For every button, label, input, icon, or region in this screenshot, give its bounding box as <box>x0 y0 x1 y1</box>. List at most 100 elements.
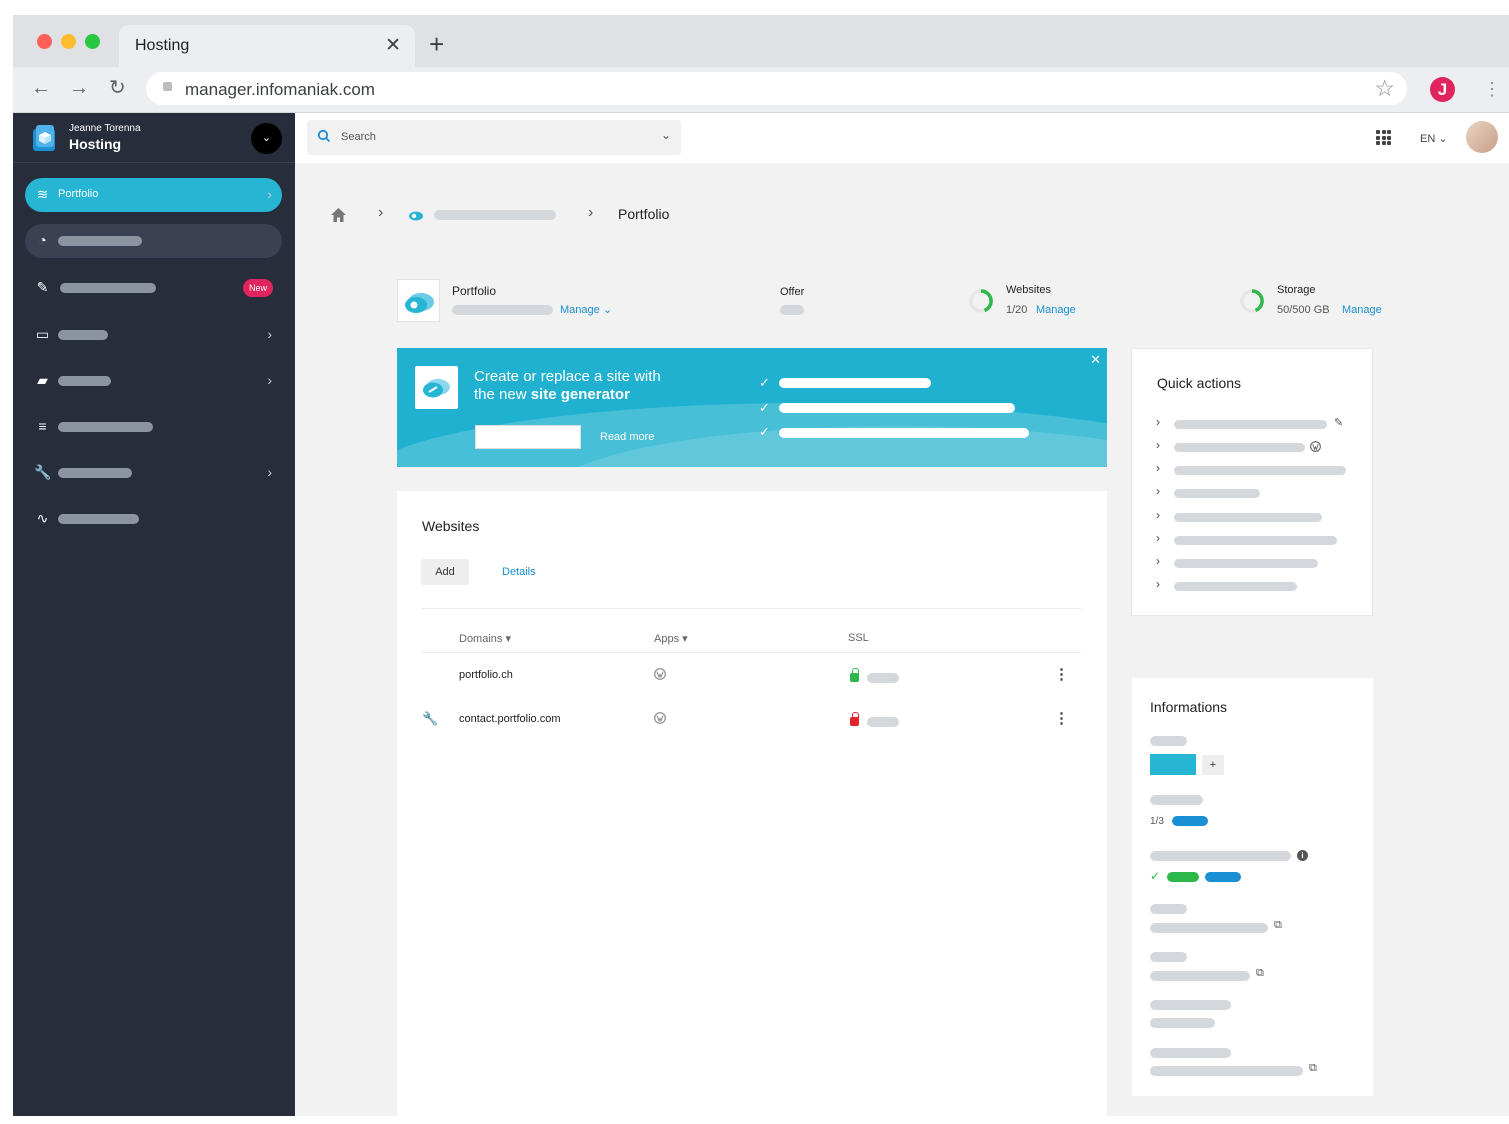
sidebar-item-placeholder <box>58 236 142 246</box>
site-generator-banner: Create or replace a site with the new si… <box>397 348 1107 467</box>
quick-action-item[interactable]: › <box>1156 577 1356 593</box>
ssl-lock-valid-icon <box>850 668 859 682</box>
info-add-button[interactable]: + <box>1202 755 1224 775</box>
url-field[interactable]: manager.infomaniak.com ☆ <box>146 72 1407 105</box>
sidebar-item-files[interactable]: ▰ › <box>25 364 282 398</box>
offer-placeholder <box>780 305 804 315</box>
chevron-right-icon: › <box>1156 531 1160 545</box>
websites-usage-gauge <box>969 289 993 313</box>
quick-action-item[interactable]: › <box>1156 554 1356 570</box>
window-minimize-button[interactable] <box>61 34 76 49</box>
check-icon: ✓ <box>1150 869 1161 883</box>
quick-action-item[interactable]: › <box>1156 461 1356 477</box>
domain-name[interactable]: portfolio.ch <box>459 669 513 681</box>
sidebar-item-databases[interactable]: ≡ <box>25 410 282 444</box>
wordpress-icon <box>654 668 666 680</box>
row-menu-icon[interactable]: ⋮ <box>1054 667 1069 682</box>
sidebar-item-dashboard[interactable]: ◔ <box>25 224 282 258</box>
sidebar-item-portfolio[interactable]: ≋ Portfolio › <box>25 178 282 212</box>
add-button[interactable]: Add <box>421 559 469 585</box>
top-bar: Search ⌄ EN ⌄ <box>295 113 1509 163</box>
check-icon: ✓ <box>759 375 770 390</box>
reload-icon[interactable]: ↻ <box>109 78 126 98</box>
copy-icon[interactable]: ⧉ <box>1309 1062 1317 1075</box>
domain-name[interactable]: contact.portfolio.com <box>459 713 561 725</box>
language-selector[interactable]: EN ⌄ <box>1420 132 1448 145</box>
portfolio-manage-link[interactable]: Manage ⌄ <box>560 303 612 316</box>
chevron-right-icon: › <box>267 372 272 388</box>
column-apps[interactable]: Apps ▾ <box>654 632 688 645</box>
breadcrumb-separator-icon: › <box>378 204 384 221</box>
bookmark-star-icon[interactable]: ☆ <box>1374 75 1395 102</box>
tab-close-icon[interactable]: ✕ <box>385 34 401 57</box>
quick-action-placeholder <box>1174 443 1305 452</box>
manage-label: Manage <box>560 304 600 316</box>
quick-action-item[interactable]: › <box>1156 508 1356 524</box>
new-tab-icon[interactable]: + <box>429 31 444 57</box>
browser-menu-icon[interactable]: ⋮ <box>1483 77 1501 101</box>
forward-icon[interactable]: → <box>69 78 89 98</box>
sidebar-item-tools[interactable]: 🔧 › <box>25 456 282 490</box>
chevron-right-icon: › <box>1156 484 1160 498</box>
copy-icon[interactable]: ⧉ <box>1256 967 1264 980</box>
search-input[interactable]: Search ⌄ <box>307 120 681 155</box>
websites-label: Websites <box>1006 284 1052 296</box>
user-avatar[interactable] <box>1466 121 1498 153</box>
hosting-logo-icon <box>33 125 55 151</box>
table-row[interactable]: portfolio.ch ⋮ <box>397 653 1107 697</box>
home-icon[interactable] <box>330 207 347 223</box>
back-icon[interactable]: ← <box>31 78 51 98</box>
info-icon[interactable]: i <box>1297 850 1308 861</box>
websites-manage-link[interactable]: Manage <box>1036 304 1076 316</box>
apps-grid-icon[interactable] <box>1376 130 1391 145</box>
row-menu-icon[interactable]: ⋮ <box>1054 711 1069 726</box>
window-zoom-button[interactable] <box>85 34 100 49</box>
sidebar-item-placeholder <box>58 468 132 478</box>
column-ssl: SSL <box>848 632 869 644</box>
quick-actions-title: Quick actions <box>1157 375 1242 391</box>
sidebar-app-name: Hosting <box>69 136 122 152</box>
chevron-down-icon[interactable]: ⌄ <box>251 123 282 154</box>
chevron-right-icon: › <box>1156 461 1160 475</box>
language-label: EN <box>1420 133 1436 145</box>
sidebar-item-editor[interactable]: ✎ New <box>25 271 282 305</box>
quick-action-item[interactable]: › ✎ <box>1156 415 1356 431</box>
browser-tab[interactable]: Hosting ✕ <box>119 25 415 67</box>
portfolio-placeholder <box>452 305 553 315</box>
wordpress-icon <box>654 712 666 724</box>
cloud-icon <box>423 379 450 398</box>
details-link[interactable]: Details <box>502 566 536 578</box>
wrench-warning-icon: 🔧 <box>422 711 439 726</box>
websites-card: Websites Add Details Domains ▾ Apps ▾ SS… <box>397 491 1107 1116</box>
close-icon[interactable]: ✕ <box>1090 352 1101 368</box>
info-placeholder <box>1150 851 1291 861</box>
offer-label: Offer <box>780 286 805 298</box>
info-placeholder <box>1150 952 1187 962</box>
chevron-right-icon: › <box>267 326 272 342</box>
info-status-bar <box>1205 872 1241 882</box>
storage-manage-link[interactable]: Manage <box>1342 304 1382 316</box>
window-close-button[interactable] <box>37 34 52 49</box>
quick-action-placeholder <box>1174 466 1346 475</box>
table-row[interactable]: 🔧 contact.portfolio.com ⋮ <box>397 697 1107 741</box>
chevron-right-icon: › <box>1156 508 1160 522</box>
banner-cta-button[interactable] <box>475 425 581 449</box>
quick-action-item[interactable]: › <box>1156 484 1356 500</box>
sidebar-item-activity[interactable]: ∿ <box>25 502 282 536</box>
chevron-right-icon: › <box>1156 415 1160 429</box>
profile-avatar[interactable]: J <box>1430 77 1455 102</box>
read-more-link[interactable]: Read more <box>600 431 654 443</box>
check-icon: ✓ <box>759 424 770 439</box>
column-domains[interactable]: Domains ▾ <box>459 632 511 645</box>
copy-icon[interactable]: ⧉ <box>1274 919 1282 932</box>
ssl-placeholder <box>867 673 899 683</box>
breadcrumb-placeholder[interactable] <box>434 210 556 220</box>
quick-action-item[interactable]: › <box>1156 438 1356 454</box>
edit-icon: ✎ <box>1334 417 1344 429</box>
chevron-down-icon[interactable]: ⌄ <box>661 128 671 142</box>
quick-action-item[interactable]: › <box>1156 531 1356 547</box>
sidebar-item-sites[interactable]: ▭ › <box>25 318 282 352</box>
dashboard-icon: ◔ <box>38 232 47 248</box>
info-placeholder <box>1150 923 1268 933</box>
quick-action-placeholder <box>1174 582 1297 591</box>
